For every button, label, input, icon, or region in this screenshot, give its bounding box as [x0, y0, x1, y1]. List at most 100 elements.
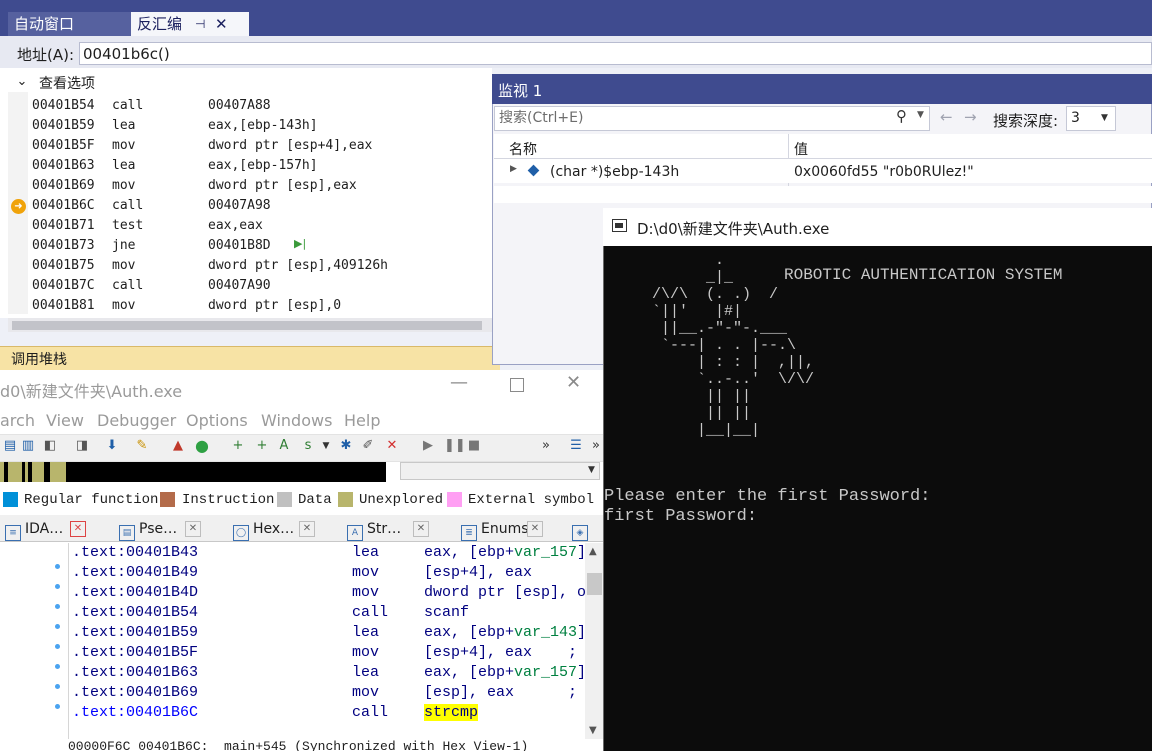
watch-empty-area[interactable]	[494, 186, 1152, 203]
run-icon[interactable]: ●	[194, 438, 210, 454]
arrow-left-icon[interactable]: ←	[940, 108, 953, 126]
nav-segment	[50, 462, 66, 482]
watch-search-input[interactable]: 搜索(Ctrl+E)	[494, 106, 930, 131]
console-title: D:\d0\新建文件夹\Auth.exe	[637, 220, 830, 238]
menu-windows[interactable]: Windows	[261, 411, 332, 430]
close-icon[interactable]: ✕	[566, 372, 581, 393]
chevron-down-icon[interactable]: ▼	[1101, 113, 1108, 123]
ida-line[interactable]: .text:00401B63 lea eax, [ebp+var_157]	[72, 663, 586, 683]
ascii-icon[interactable]: A	[276, 438, 292, 454]
more-icon[interactable]: »	[538, 438, 554, 454]
tab-strings[interactable]: A Str…	[347, 518, 401, 541]
scroll-up-icon[interactable]: ▲	[589, 546, 597, 557]
callstack-panel-header[interactable]	[0, 346, 500, 371]
stop-square-icon[interactable]: ■	[466, 438, 482, 454]
signatures-icon[interactable]: ◨	[74, 438, 90, 454]
pin-icon[interactable]: ⊣	[195, 12, 205, 36]
ida-disassembly-view[interactable]: .text:00401B43 lea eax, [ebp+var_157] .tex…	[68, 543, 586, 739]
watch-title: 监视 1	[498, 82, 543, 100]
ida-line[interactable]: .text:00401B43 lea eax, [ebp+var_157]	[72, 543, 586, 563]
menu-debugger[interactable]: Debugger	[97, 411, 176, 430]
breakpoint-dot-icon[interactable]	[55, 684, 60, 689]
menu-options[interactable]: Options	[186, 411, 248, 430]
chevron-down-icon[interactable]: ▼	[917, 110, 924, 120]
tab-hex-view[interactable]: ◯ Hex…	[233, 518, 294, 541]
watch-title-bar[interactable]	[492, 74, 1152, 104]
tab-disassembly[interactable]: 反汇编 ⊣ ✕	[131, 12, 249, 36]
address-label: 地址(A):	[17, 46, 75, 64]
search-icon[interactable]: ⚲	[896, 107, 907, 125]
close-icon[interactable]: ✕	[215, 12, 228, 36]
column-header-value[interactable]: 值	[794, 139, 808, 159]
pause-icon[interactable]: ❚❚	[444, 438, 466, 454]
code-icon[interactable]: +	[230, 438, 246, 454]
xrefs-icon[interactable]: ▥	[20, 438, 36, 454]
download-icon[interactable]: ⬇	[104, 438, 120, 454]
search-depth-select[interactable]: 3	[1066, 106, 1116, 131]
arrow-right-icon[interactable]: →	[964, 108, 977, 126]
edit-icon[interactable]: ✐	[360, 438, 376, 454]
chevron-down-icon[interactable]: ⌄	[13, 73, 31, 91]
tab-pseudocode[interactable]: ▤ Pse…	[119, 518, 177, 541]
play-icon[interactable]: ▶	[420, 438, 436, 454]
address-input[interactable]: 00401b6c()	[79, 42, 1152, 65]
tab-ida-view[interactable]: ≡ IDA…	[5, 518, 63, 541]
breakpoint-dot-icon[interactable]	[55, 644, 60, 649]
ida-line[interactable]: .text:00401B59 lea eax, [ebp+var_143]	[72, 623, 586, 643]
chevron-down-icon[interactable]: ▼	[318, 438, 334, 454]
legend-label: Data	[298, 492, 332, 508]
scrollbar-thumb[interactable]	[12, 321, 482, 330]
close-icon[interactable]: ✕	[185, 521, 201, 537]
ida-view-icon: ≡	[5, 525, 21, 541]
ida-line[interactable]: .text:00401B49 mov [esp+4], eax	[72, 563, 532, 583]
nav-combo-select[interactable]	[400, 462, 600, 480]
close-icon[interactable]: ✕	[299, 521, 315, 537]
names-icon[interactable]: ◧	[42, 438, 58, 454]
breakpoint-dot-icon[interactable]	[55, 564, 60, 569]
close-icon[interactable]: ✕	[70, 521, 86, 537]
segments-icon[interactable]: ▤	[2, 438, 18, 454]
watch-row-value[interactable]: 0x0060fd55 "r0b0RUlez!"	[794, 164, 974, 180]
scrollbar-thumb[interactable]	[587, 573, 602, 595]
data-icon[interactable]: +	[254, 438, 270, 454]
expand-arrow-icon[interactable]: ▶	[510, 164, 517, 174]
ida-line[interactable]: .text:00401B4D mov dword ptr [esp], o	[72, 583, 586, 603]
stop-icon[interactable]: ▲	[170, 438, 186, 454]
view-options-label[interactable]: 查看选项	[39, 73, 95, 93]
close-icon[interactable]: ✕	[413, 521, 429, 537]
watch-header-row	[494, 134, 1152, 159]
struct-icon[interactable]: s	[300, 438, 316, 454]
tab-autos[interactable]: 自动窗口	[8, 12, 138, 36]
breakpoint-dot-icon[interactable]	[55, 624, 60, 629]
console-app-icon	[612, 219, 627, 232]
legend-swatch	[160, 492, 175, 507]
ida-line[interactable]: .text:00401B54 call scanf	[72, 603, 469, 623]
hint-icon[interactable]: ✎	[134, 438, 150, 454]
breakpoint-dot-icon[interactable]	[55, 664, 60, 669]
minimize-icon[interactable]: —	[450, 372, 468, 393]
run-to-here-icon[interactable]: ▶|	[294, 237, 306, 250]
menu-help[interactable]: Help	[344, 411, 380, 430]
list-icon[interactable]: ☰	[568, 438, 584, 454]
menu-view[interactable]: View	[46, 411, 84, 430]
ida-line-current[interactable]: .text:00401B6C call strcmp	[72, 703, 479, 723]
ida-line[interactable]: .text:00401B5F mov [esp+4], eax ;	[72, 643, 577, 663]
console-prompt: Please enter the first Password:	[604, 487, 931, 506]
watch-row-name[interactable]: (char *)$ebp-143h	[550, 164, 679, 180]
tab-enums[interactable]: ≣ Enums	[461, 518, 529, 541]
maximize-icon[interactable]	[510, 378, 524, 392]
chevron-down-icon[interactable]: ▼	[588, 465, 595, 475]
menu-search[interactable]: arch	[0, 411, 35, 430]
column-header-name[interactable]: 名称	[509, 139, 537, 159]
scroll-down-icon[interactable]: ▼	[589, 725, 597, 736]
asterisk-icon[interactable]: ✱	[338, 438, 354, 454]
breakpoint-dot-icon[interactable]	[55, 704, 60, 709]
pseudocode-icon: ▤	[119, 525, 135, 541]
ida-line[interactable]: .text:00401B69 mov [esp], eax ;	[72, 683, 577, 703]
more-icon[interactable]: »	[588, 438, 604, 454]
breakpoint-dot-icon[interactable]	[55, 604, 60, 609]
breakpoint-dot-icon[interactable]	[55, 584, 60, 589]
delete-icon[interactable]: ✕	[384, 438, 400, 454]
tab-more[interactable]: ◈	[572, 518, 592, 541]
close-icon[interactable]: ✕	[527, 521, 543, 537]
